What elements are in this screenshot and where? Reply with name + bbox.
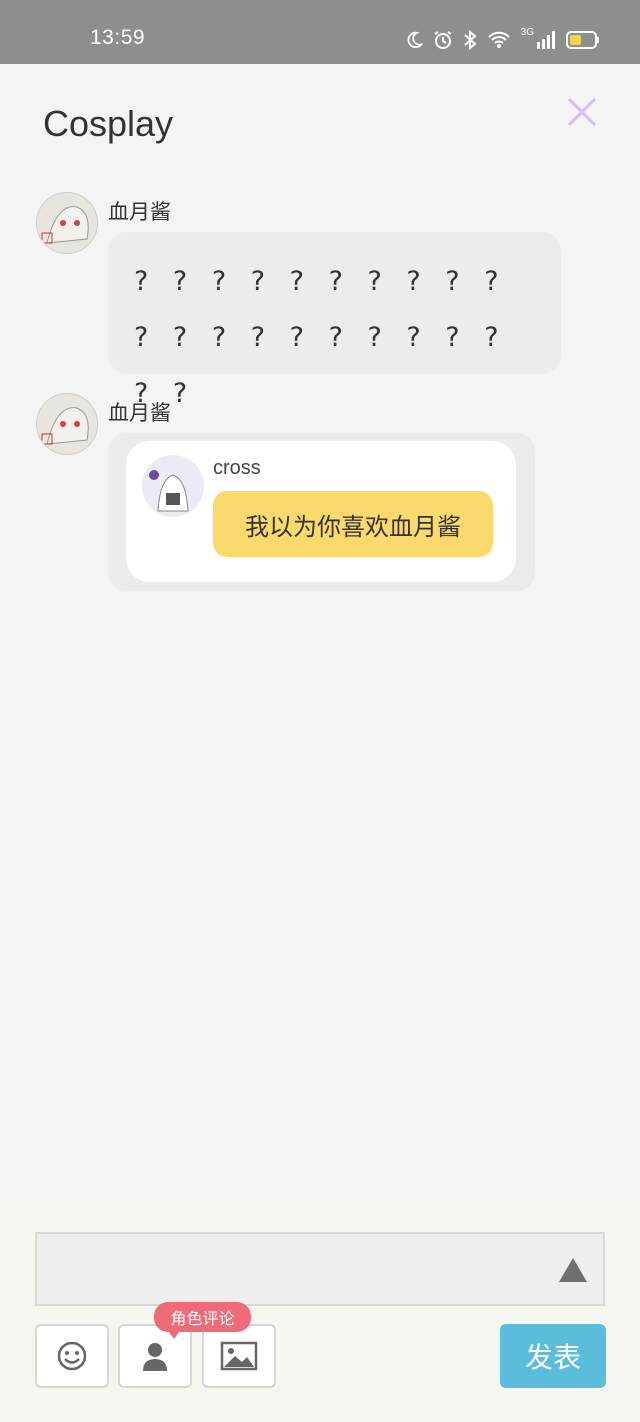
close-icon[interactable] [566, 96, 598, 128]
quote-author: cross [213, 457, 261, 479]
bluetooth-icon [463, 30, 477, 50]
comment-input[interactable] [35, 1232, 605, 1306]
message-bubble: ? ? ? ? ? ? ? ? ? ? ? ? ? ? ? ? ? ? ? ? … [108, 232, 561, 409]
status-time: 13:59 [90, 26, 146, 49]
network-label: 3G [520, 26, 534, 38]
avatar[interactable] [36, 192, 98, 254]
signal-icon [537, 31, 555, 49]
battery-icon [566, 31, 599, 49]
message-item: 血月酱 cross 我以为你喜欢血月酱 [36, 393, 596, 593]
image-icon [220, 1341, 258, 1371]
quoted-message-card[interactable]: cross 我以为你喜欢血月酱 [126, 441, 516, 582]
emoji-icon [57, 1341, 87, 1371]
moon-icon [407, 31, 423, 49]
message-author: 血月酱 [108, 200, 171, 224]
message-author: 血月酱 [108, 401, 171, 425]
quote-avatar [142, 455, 204, 517]
page-title: Cosplay [43, 103, 174, 144]
user-icon [143, 1343, 167, 1371]
publish-button[interactable]: 发表 [500, 1324, 606, 1388]
triangle-up-icon[interactable] [557, 1256, 589, 1284]
role-comment-tag: 角色评论 [154, 1302, 251, 1339]
role-button[interactable] [118, 1324, 192, 1388]
emoji-button[interactable] [35, 1324, 109, 1388]
quote-text: 我以为你喜欢血月酱 [213, 491, 493, 557]
message-bubble: cross 我以为你喜欢血月酱 [108, 433, 535, 591]
message-item: 血月酱 ? ? ? ? ? ? ? ? ? ? ? ? ? ? ? ? ? ? … [36, 192, 596, 409]
status-bar: 13:59 3G [0, 0, 640, 64]
wifi-icon [487, 31, 510, 48]
avatar[interactable] [36, 393, 98, 455]
image-button[interactable] [202, 1324, 276, 1388]
alarm-icon [434, 31, 452, 49]
composer-bar: 角色评论 发表 [0, 1197, 640, 1422]
